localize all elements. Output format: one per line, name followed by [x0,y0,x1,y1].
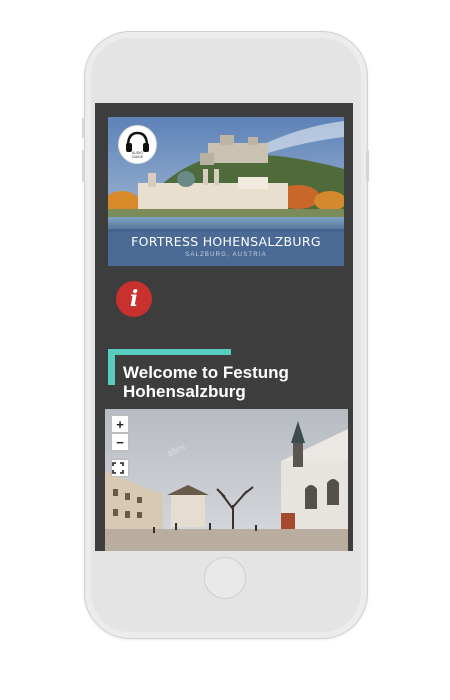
app-screen: AUDIO GUIDE FORTRESS HOHENSALZBURG SALZB… [95,103,353,551]
welcome-heading: Welcome to Festung Hohensalzburg [123,363,289,401]
panorama-viewer[interactable]: allmi + − [105,409,348,551]
phone-volume-button [82,150,85,182]
heading-accent-stem [108,349,115,385]
hero-title: FORTRESS HOHENSALZBURG [131,234,321,249]
zoom-in-button[interactable]: + [111,415,129,433]
hero-banner: AUDIO GUIDE FORTRESS HOHENSALZBURG SALZB… [108,117,344,266]
audio-guide-badge[interactable]: AUDIO GUIDE [118,125,157,164]
phone-side-button [82,118,85,138]
panorama-image [105,409,348,551]
heading-accent-bar [108,349,231,355]
fullscreen-icon [112,462,124,474]
audio-guide-label: AUDIO GUIDE [131,151,144,159]
home-button[interactable] [204,557,246,599]
hero-subtitle: SALZBURG, AUSTRIA [185,252,267,258]
phone-power-button [366,150,369,182]
zoom-out-button[interactable]: − [111,433,129,451]
info-icon[interactable]: i [116,281,152,317]
fullscreen-button[interactable] [111,459,129,477]
